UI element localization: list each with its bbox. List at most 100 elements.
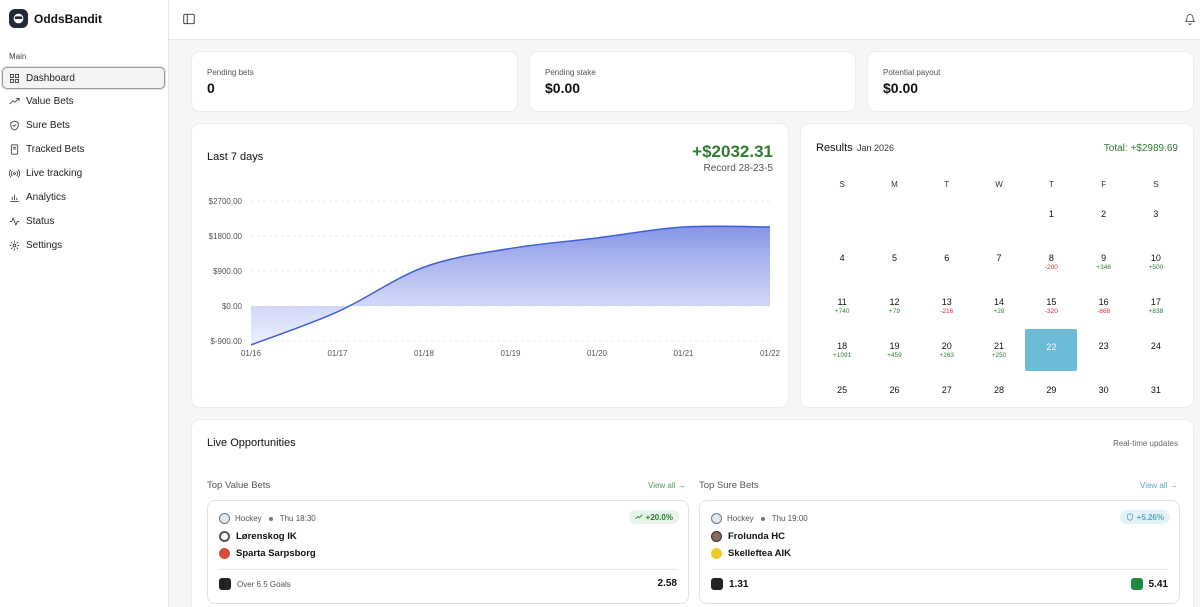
stat-value: $0.00 — [545, 80, 581, 96]
sidebar-item-label: Dashboard — [26, 72, 75, 84]
shield-icon — [1126, 513, 1133, 521]
calendar-day[interactable]: 22 — [1025, 329, 1078, 371]
day-result: +346 — [1096, 264, 1111, 271]
bet-leg-2: 5.41 — [1130, 578, 1168, 590]
live-updates-label: Real-time updates — [1113, 439, 1178, 448]
market-label: Over 6.5 Goals — [237, 579, 291, 589]
calendar-day[interactable]: 19 +459 — [868, 328, 920, 372]
calendar-day[interactable]: 5 — [868, 240, 920, 284]
day-number: 11 — [837, 297, 847, 307]
value-bets-heading: Top Value Bets — [207, 480, 271, 491]
sidebar-item-value-bets[interactable]: Value Bets — [2, 90, 165, 113]
calendar-day[interactable]: 23 — [1077, 328, 1129, 372]
calendar-day[interactable]: 16 -868 — [1077, 284, 1129, 328]
day-number: 20 — [941, 341, 952, 351]
weekday-label: T — [944, 180, 950, 189]
sidebar-item-analytics[interactable]: Analytics — [2, 186, 165, 209]
calendar-day[interactable]: 7 — [973, 240, 1025, 284]
book-icon — [10, 144, 19, 155]
calendar-day[interactable]: 11 +740 — [816, 284, 868, 328]
notifications-button[interactable] — [1184, 12, 1196, 26]
calendar-empty-cell — [973, 196, 1025, 240]
calendar-day[interactable]: 29 — [1025, 372, 1077, 416]
team-name: Sparta Sarpsborg — [236, 548, 316, 559]
calendar-total: Total: +$2989.69 — [1103, 143, 1178, 154]
calendar-day[interactable]: 21 +250 — [973, 328, 1025, 372]
calendar-day[interactable]: 14 +28 — [973, 284, 1025, 328]
sidebar-item-sure-bets[interactable]: Sure Bets — [2, 114, 165, 137]
live-title: Live Opportunities — [207, 437, 296, 449]
x-tick-label: 01/17 — [327, 349, 348, 358]
sidebar-item-status[interactable]: Status — [2, 210, 165, 233]
day-number: 13 — [941, 297, 952, 307]
y-tick-label: $1800.00 — [209, 232, 243, 241]
separator-dot — [760, 516, 765, 521]
weekday-label: S — [839, 180, 845, 189]
odds-value: 2.58 — [657, 578, 677, 589]
calendar-day[interactable]: 2 — [1077, 196, 1129, 240]
day-number: 6 — [944, 253, 950, 263]
sidebar-item-settings[interactable]: Settings — [2, 234, 165, 257]
sidebar-item-label: Value Bets — [26, 96, 74, 107]
calendar-day[interactable]: 18 +1091 — [816, 328, 868, 372]
calendar-day[interactable]: 27 — [921, 372, 973, 416]
calendar-day[interactable]: 20 +263 — [921, 328, 973, 372]
sidebar-toggle-icon — [183, 13, 195, 25]
calendar-day[interactable]: 26 — [868, 372, 920, 416]
calendar-day[interactable]: 1 — [1025, 196, 1077, 240]
brand[interactable]: OddsBandit — [9, 9, 102, 28]
calendar-empty-cell — [921, 196, 973, 240]
day-result: -200 — [1044, 264, 1058, 271]
day-number: 14 — [994, 297, 1005, 307]
sport-label: Hockey — [727, 514, 754, 523]
calendar-day[interactable]: 25 — [816, 372, 868, 416]
sidebar: OddsBandit Main Dashboard Value Bets Sur… — [0, 0, 169, 607]
sidebar-toggle-button[interactable] — [182, 12, 196, 26]
calendar-day[interactable]: 4 — [816, 240, 868, 284]
stat-value: $0.00 — [883, 80, 919, 96]
stat-value: 0 — [207, 80, 215, 96]
team-crest-icon — [711, 548, 722, 559]
day-number: 5 — [891, 253, 897, 263]
day-result: -320 — [1044, 308, 1058, 315]
calendar-day[interactable]: 9 +346 — [1077, 240, 1129, 284]
x-tick-label: 01/21 — [673, 349, 694, 358]
stat-card-pending-bets: Pending bets 0 — [191, 51, 518, 112]
weekday-label: M — [891, 180, 898, 189]
x-tick-label: 01/20 — [587, 349, 608, 358]
calendar-grid: S M T W T F S 1 2 3 4 5 6 7 8 -200 9 +346 10 +500 11 +740 12 +7… — [816, 174, 1182, 416]
sidebar-item-dashboard[interactable]: Dashboard — [2, 67, 165, 89]
stat-label: Pending stake — [545, 68, 596, 77]
sidebar-item-tracked-bets[interactable]: Tracked Bets — [2, 138, 165, 161]
results-calendar-card: Results Jan 2026 Total: +$2989.69 S M T W T F… — [800, 123, 1194, 408]
divider — [219, 569, 677, 570]
sure-bets-view-all-link[interactable]: View all → — [1140, 481, 1178, 490]
calendar-day[interactable]: 8 -200 — [1025, 240, 1077, 284]
sidebar-item-label: Sure Bets — [26, 120, 70, 131]
calendar-day[interactable]: 10 +500 — [1130, 240, 1182, 284]
calendar-day[interactable]: 13 -216 — [921, 284, 973, 328]
calendar-day[interactable]: 30 — [1077, 372, 1129, 416]
stat-label: Pending bets — [207, 68, 254, 77]
day-result: +500 — [1148, 264, 1164, 271]
calendar-day[interactable]: 31 — [1130, 372, 1182, 416]
gear-icon — [9, 240, 20, 251]
edge-badge: +20.0% — [628, 510, 679, 524]
value-bet-card[interactable]: Hockey Thu 18:30 +20.0% Lørenskog IK Spa… — [207, 500, 689, 604]
calendar-day[interactable]: 28 — [973, 372, 1025, 416]
stat-card-pending-stake: Pending stake $0.00 — [529, 51, 856, 112]
value-bets-view-all-link[interactable]: View all → — [648, 481, 686, 490]
calendar-day[interactable]: 3 — [1130, 196, 1182, 240]
calendar-day[interactable]: 15 -320 — [1025, 284, 1077, 328]
day-number: 4 — [839, 253, 845, 263]
sidebar-item-live-tracking[interactable]: Live tracking — [2, 162, 165, 185]
bet-market: Over 6.5 Goals — [219, 578, 291, 590]
sure-bet-card[interactable]: Hockey Thu 19:00 +5.26% Frolunda HC Skel… — [699, 500, 1180, 604]
weekday-label: S — [1153, 180, 1159, 189]
sidebar-item-label: Settings — [26, 240, 63, 251]
hockey-icon — [711, 513, 722, 524]
calendar-day[interactable]: 12 +79 — [868, 284, 920, 328]
calendar-day[interactable]: 6 — [921, 240, 973, 284]
calendar-day[interactable]: 17 +838 — [1130, 284, 1182, 328]
calendar-day[interactable]: 24 — [1130, 328, 1182, 372]
